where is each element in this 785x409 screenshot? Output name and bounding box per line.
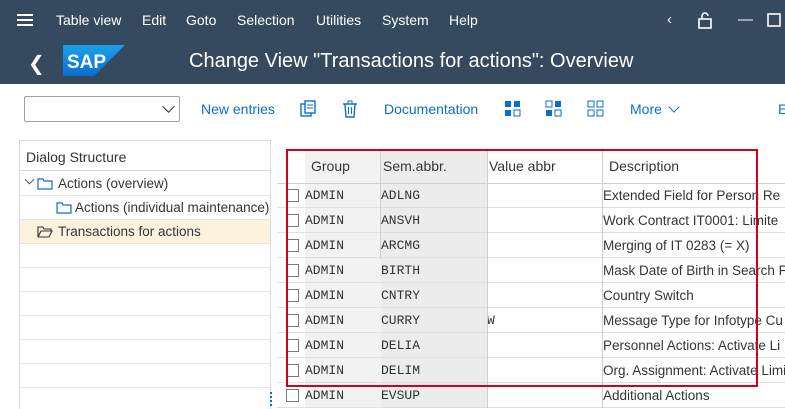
menu-table-view[interactable]: Table view <box>56 12 121 28</box>
dialog-structure-panel: Dialog Structure Actions (overview) Acti… <box>19 140 271 409</box>
menu-icon[interactable] <box>17 14 33 26</box>
delete-icon[interactable] <box>341 100 359 118</box>
cell-group: ADMIN <box>305 388 345 403</box>
unlock-icon[interactable] <box>697 11 713 29</box>
tree-empty-row <box>20 268 270 292</box>
cell-description[interactable]: Additional Actions <box>603 388 710 403</box>
menu-help[interactable]: Help <box>449 12 478 28</box>
minimize-icon[interactable]: — <box>738 11 753 28</box>
menu-bar: Table view Edit Goto Selection Utilities… <box>0 0 785 41</box>
more-label: More <box>630 101 662 117</box>
sap-logo: SAP <box>63 45 125 76</box>
page-title: Change View "Transactions for actions": … <box>189 50 634 72</box>
chevron-down-icon <box>668 101 680 113</box>
menu-system[interactable]: System <box>382 12 429 28</box>
menu-utilities[interactable]: Utilities <box>316 12 361 28</box>
highlight-annotation <box>286 149 758 387</box>
maximize-icon[interactable] <box>767 13 781 27</box>
tree-empty-row <box>20 316 270 340</box>
tree-item-actions-individual[interactable]: Actions (individual maintenance) <box>20 196 270 220</box>
title-bar: ❮ SAP Change View "Transactions for acti… <box>0 41 785 84</box>
tree-empty-row <box>20 244 270 268</box>
more-button[interactable]: More <box>630 101 680 117</box>
folder-icon <box>56 202 72 214</box>
tree-item-transactions[interactable]: Transactions for actions <box>20 220 270 244</box>
chevron-down-icon <box>162 100 175 113</box>
dialog-structure-title: Dialog Structure <box>20 141 270 171</box>
select-all-icon[interactable] <box>504 100 522 118</box>
tree-empty-row <box>20 292 270 316</box>
tree-item-label: Transactions for actions <box>58 224 201 239</box>
tree-item-label: Actions (individual maintenance) <box>75 200 270 215</box>
tree-empty-row <box>20 340 270 364</box>
open-folder-icon <box>37 226 53 238</box>
cell-sem-abbr[interactable]: EVSUP <box>381 388 420 403</box>
folder-icon <box>37 178 53 190</box>
back-icon[interactable]: ❮ <box>28 51 45 76</box>
new-entries-button[interactable]: New entries <box>201 101 275 117</box>
menu-edit[interactable]: Edit <box>142 12 166 28</box>
select-block-icon[interactable] <box>545 100 563 118</box>
toolbar: New entries Documentation More E <box>0 84 785 138</box>
tree-item-actions-overview[interactable]: Actions (overview) <box>20 172 270 196</box>
tree-expand-icon[interactable] <box>24 174 35 185</box>
deselect-all-icon[interactable] <box>587 100 605 118</box>
copy-as-icon[interactable] <box>299 100 317 118</box>
documentation-button[interactable]: Documentation <box>384 101 478 117</box>
menu-selection[interactable]: Selection <box>237 12 295 28</box>
svg-text:SAP: SAP <box>67 52 106 73</box>
tree-item-label: Actions (overview) <box>58 176 169 191</box>
exit-button[interactable]: E <box>778 101 785 117</box>
chevron-left-icon[interactable]: ‹ <box>667 11 672 28</box>
row-select-checkbox[interactable] <box>286 389 299 402</box>
tree-empty-row <box>20 364 270 388</box>
splitter-handle[interactable] <box>270 392 275 406</box>
menu-goto[interactable]: Goto <box>186 12 216 28</box>
command-field-dropdown[interactable] <box>24 96 180 122</box>
